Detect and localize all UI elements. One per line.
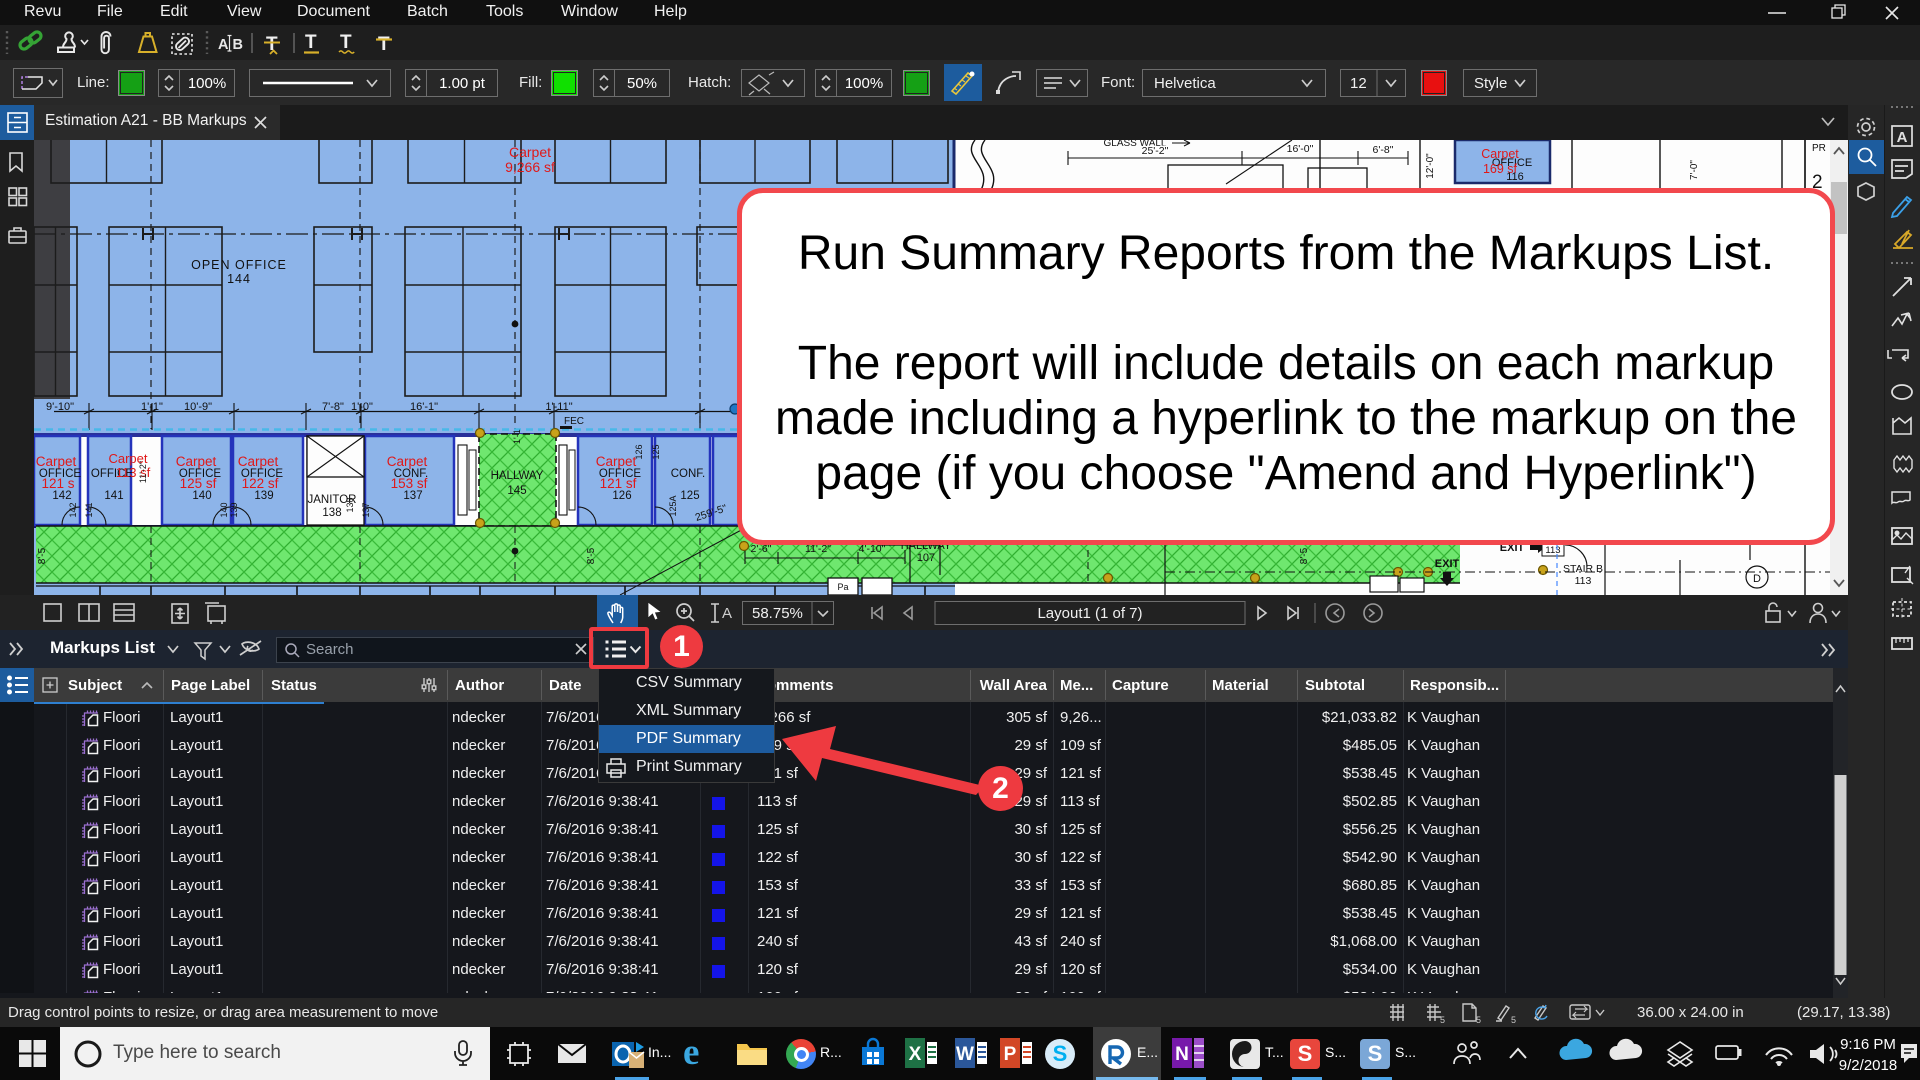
svg-text:A: A bbox=[218, 37, 229, 53]
svg-text:Pa: Pa bbox=[837, 582, 848, 592]
svg-text:A: A bbox=[722, 605, 732, 622]
svg-text:113: 113 bbox=[1545, 545, 1560, 556]
svg-text:141: 141 bbox=[104, 490, 123, 502]
svg-text:8'-5: 8'-5 bbox=[586, 547, 597, 564]
svg-text:121 sf: 121 sf bbox=[600, 476, 637, 491]
svg-text:125: 125 bbox=[680, 490, 699, 502]
svg-text:12'-0": 12'-0" bbox=[1425, 153, 1436, 179]
svg-text:EXIT: EXIT bbox=[1435, 558, 1460, 570]
svg-text:STAIR B: STAIR B bbox=[1563, 563, 1603, 575]
svg-text:PR: PR bbox=[1812, 143, 1826, 154]
svg-text:16'-0": 16'-0" bbox=[1287, 143, 1314, 155]
svg-text:W: W bbox=[956, 1044, 974, 1065]
svg-text:T: T bbox=[340, 32, 352, 53]
svg-text:142: 142 bbox=[52, 490, 71, 502]
svg-text:126: 126 bbox=[634, 444, 644, 459]
svg-text:N: N bbox=[1175, 1044, 1189, 1065]
svg-text:Carpet: Carpet bbox=[238, 454, 279, 469]
svg-text:139: 139 bbox=[229, 502, 239, 517]
svg-text:FEC: FEC bbox=[564, 416, 584, 427]
svg-text:138: 138 bbox=[345, 497, 355, 512]
svg-text:140: 140 bbox=[219, 502, 229, 517]
svg-text:Layout1 (1 of 7): Layout1 (1 of 7) bbox=[1037, 605, 1142, 622]
svg-text:B: B bbox=[233, 37, 243, 53]
svg-text:Carpet: Carpet bbox=[596, 454, 637, 469]
svg-text:153 sf: 153 sf bbox=[391, 476, 428, 491]
svg-text:5: 5 bbox=[1511, 1015, 1516, 1025]
svg-text:Carpet: Carpet bbox=[176, 454, 217, 469]
svg-text:145: 145 bbox=[507, 485, 526, 497]
svg-text:8'-5: 8'-5 bbox=[37, 547, 48, 564]
svg-text:122 sf: 122 sf bbox=[242, 476, 279, 491]
svg-text:CONF.: CONF. bbox=[671, 468, 706, 480]
svg-text:Style: Style bbox=[1474, 75, 1507, 92]
svg-text:Carpet: Carpet bbox=[509, 144, 551, 160]
svg-text:Helvetica: Helvetica bbox=[1154, 75, 1216, 92]
svg-text:25'-2": 25'-2" bbox=[1142, 145, 1169, 157]
svg-text:125 sf: 125 sf bbox=[180, 476, 217, 491]
svg-text:7'-0": 7'-0" bbox=[1689, 160, 1700, 180]
svg-text:138: 138 bbox=[322, 507, 341, 519]
svg-text:125A: 125A bbox=[668, 495, 678, 516]
svg-text:D: D bbox=[1753, 573, 1761, 585]
svg-text:140: 140 bbox=[192, 490, 211, 502]
svg-text:A: A bbox=[1897, 129, 1908, 146]
svg-text:9,266 sf: 9,266 sf bbox=[505, 159, 555, 175]
svg-text:5: 5 bbox=[1440, 1015, 1445, 1025]
svg-text:137: 137 bbox=[403, 490, 422, 502]
svg-text:137: 137 bbox=[361, 502, 371, 517]
svg-text:58.75%: 58.75% bbox=[752, 605, 803, 622]
svg-text:121 s: 121 s bbox=[41, 476, 74, 491]
svg-text:P: P bbox=[1004, 1044, 1017, 1065]
svg-text:116: 116 bbox=[1506, 171, 1524, 183]
svg-text:X: X bbox=[909, 1044, 922, 1065]
svg-text:141: 141 bbox=[84, 502, 94, 517]
svg-text:1'-1: 1'-1 bbox=[512, 429, 522, 444]
svg-text:6'-8": 6'-8" bbox=[1373, 144, 1394, 156]
svg-text:12: 12 bbox=[1350, 75, 1367, 92]
svg-text:T: T bbox=[305, 32, 317, 53]
svg-text:113: 113 bbox=[1575, 575, 1592, 587]
svg-text:139: 139 bbox=[254, 490, 273, 502]
svg-text:HALLWAY: HALLWAY bbox=[491, 470, 544, 482]
svg-text:T: T bbox=[378, 34, 390, 55]
svg-text:125: 125 bbox=[651, 444, 661, 459]
svg-text:107: 107 bbox=[917, 552, 935, 564]
svg-text:5: 5 bbox=[1476, 1015, 1481, 1025]
svg-text:144: 144 bbox=[227, 272, 251, 286]
svg-text:8'-5: 8'-5 bbox=[1299, 547, 1310, 564]
svg-text:126: 126 bbox=[612, 490, 631, 502]
svg-text:11'-2": 11'-2" bbox=[138, 461, 148, 483]
svg-text:142: 142 bbox=[68, 502, 78, 517]
svg-text:OPEN OFFICE: OPEN OFFICE bbox=[191, 258, 287, 272]
svg-text:Carpet: Carpet bbox=[387, 454, 428, 469]
svg-text:Carpet: Carpet bbox=[36, 454, 77, 469]
